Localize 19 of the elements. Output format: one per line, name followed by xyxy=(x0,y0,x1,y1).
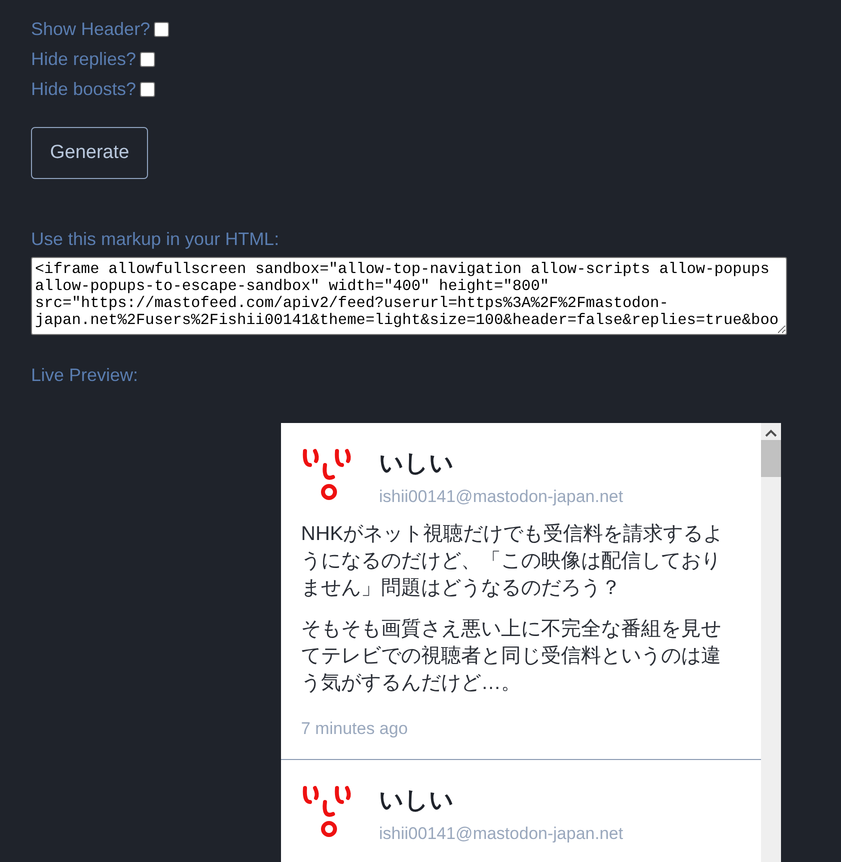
scroll-thumb[interactable] xyxy=(761,440,781,477)
checkbox[interactable] xyxy=(140,82,156,96)
post-text: NHKがネット視聴だけでも受信料を請求するようになるのだけど、「この映像は配信しておりません」問題はどうなるのだろう？ xyxy=(301,522,724,601)
scrollbar[interactable] xyxy=(761,423,781,862)
user-name: いしい xyxy=(379,449,455,479)
checkbox[interactable] xyxy=(140,52,156,66)
checkbox[interactable] xyxy=(154,22,170,36)
scroll-up-icon[interactable] xyxy=(765,429,777,437)
markup-label: Use this markup in your HTML: xyxy=(31,229,280,250)
post-text: そもそも画質さえ悪い上に不完全な番組を見せてテレビでの視聴者と同じ受信料というのは違う気がするんだけど…。 xyxy=(301,617,722,696)
user-name: いしい xyxy=(379,786,455,816)
generate-button[interactable]: Generate xyxy=(31,127,148,179)
markup-field[interactable]: <iframe allowfullscreen sandbox="allow-top-navigation allow-scripts allow-popups allow-popups-to-escape-sandbox" width="400" height="800" src="https://mastofeed.com/apiv2/feed?userurl=https%3A%2F%2Fmastodon-japan.net%2Fusers%2Fishii00141&theme=light&size=100&header=false&replies=true&boo xyxy=(31,257,787,335)
option-label: Hide replies? xyxy=(31,48,136,70)
option-label: Hide boosts? xyxy=(31,78,136,100)
option-label: Show Header? xyxy=(31,18,150,40)
preview-label: Live Preview: xyxy=(31,365,140,386)
user-handle: ishii00141@mastodon-japan.net xyxy=(379,824,624,844)
user-handle: ishii00141@mastodon-japan.net xyxy=(379,487,624,507)
